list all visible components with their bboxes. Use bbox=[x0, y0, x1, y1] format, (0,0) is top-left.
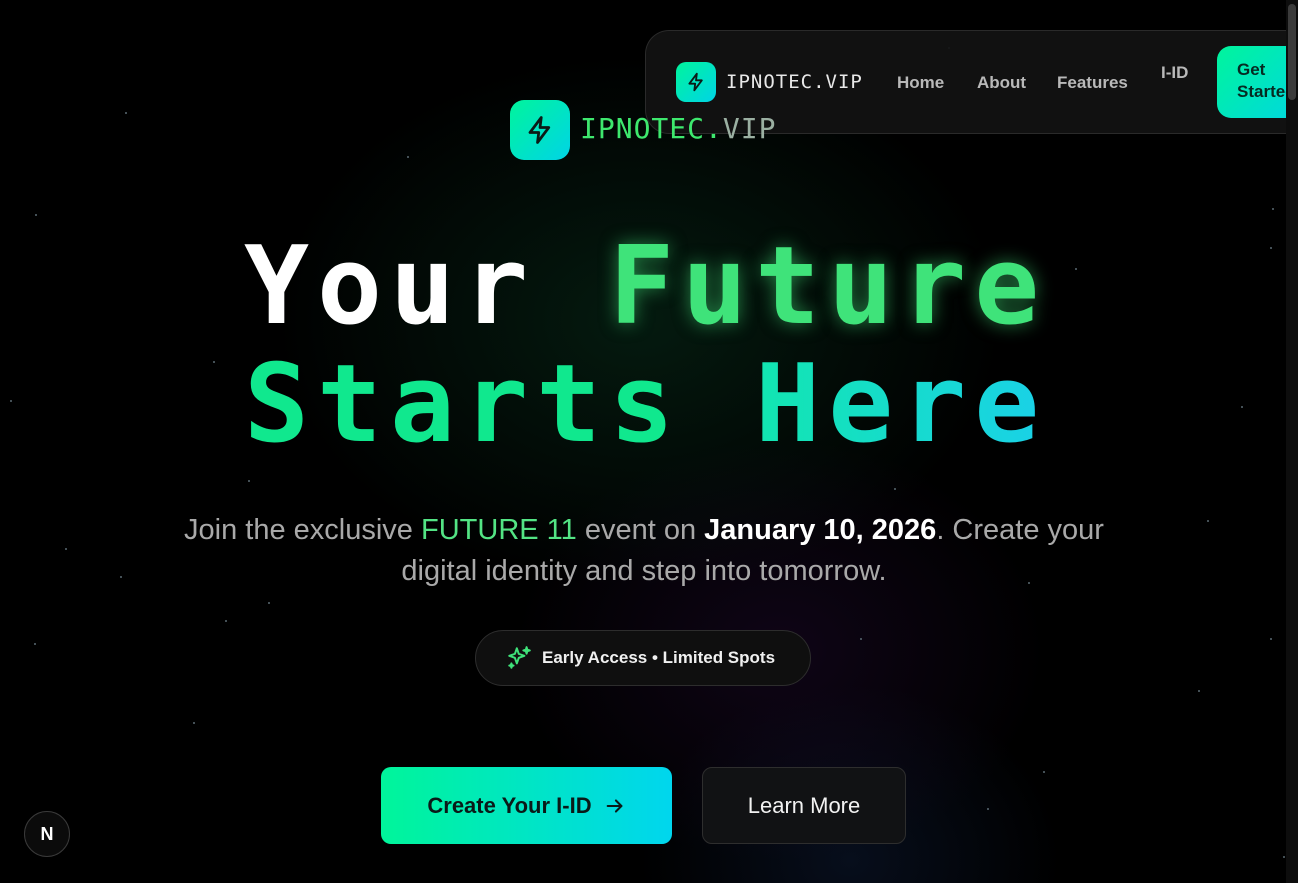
headline-word-here: Here bbox=[755, 342, 1048, 467]
nav-link-about[interactable]: About bbox=[977, 73, 1026, 93]
early-access-pill: Early Access • Limited Spots bbox=[475, 630, 811, 686]
nav-link-iid[interactable]: I-ID bbox=[1161, 60, 1191, 86]
create-iid-button[interactable]: Create Your I-ID bbox=[381, 767, 672, 844]
hero-brand-part1: IPNOTEC. bbox=[580, 112, 723, 145]
nav-brand[interactable]: IPNOTEC.VIP bbox=[726, 71, 863, 93]
hero-logo-badge bbox=[510, 100, 570, 160]
nav-link-features[interactable]: Features bbox=[1057, 73, 1128, 93]
hero-brand-part2: VIP bbox=[722, 112, 777, 145]
headline-line-1: Your Future bbox=[244, 232, 1044, 342]
nav-link-home[interactable]: Home bbox=[897, 73, 944, 93]
scrollbar[interactable] bbox=[1286, 0, 1298, 883]
learn-more-button[interactable]: Learn More bbox=[702, 767, 906, 844]
headline-word-your: Your bbox=[244, 224, 537, 349]
lightning-bolt-icon bbox=[528, 116, 551, 144]
subtitle-date: January 10, 2026 bbox=[704, 514, 937, 546]
headline-word-future: Future bbox=[609, 224, 1048, 349]
hero-brand: IPNOTEC.VIP bbox=[580, 112, 776, 145]
nextjs-dev-badge[interactable]: N bbox=[24, 811, 70, 857]
arrow-right-icon bbox=[606, 798, 623, 813]
create-iid-label: Create Your I-ID bbox=[427, 792, 592, 818]
headline-line-2: Starts Here bbox=[244, 350, 1044, 460]
headline-word-starts: Starts bbox=[244, 342, 683, 467]
scrollbar-thumb[interactable] bbox=[1288, 4, 1296, 100]
nav-logo-badge[interactable] bbox=[676, 62, 716, 102]
subtitle-event-name: FUTURE 11 bbox=[421, 514, 577, 546]
sparkles-icon bbox=[508, 646, 531, 669]
lightning-bolt-icon bbox=[688, 72, 703, 92]
subtitle-pre: Join the exclusive bbox=[184, 514, 421, 546]
subtitle-mid: event on bbox=[576, 514, 705, 546]
early-access-text: Early Access • Limited Spots bbox=[542, 648, 776, 667]
hero-subtitle: Join the exclusive FUTURE 11 event on Ja… bbox=[170, 510, 1118, 592]
